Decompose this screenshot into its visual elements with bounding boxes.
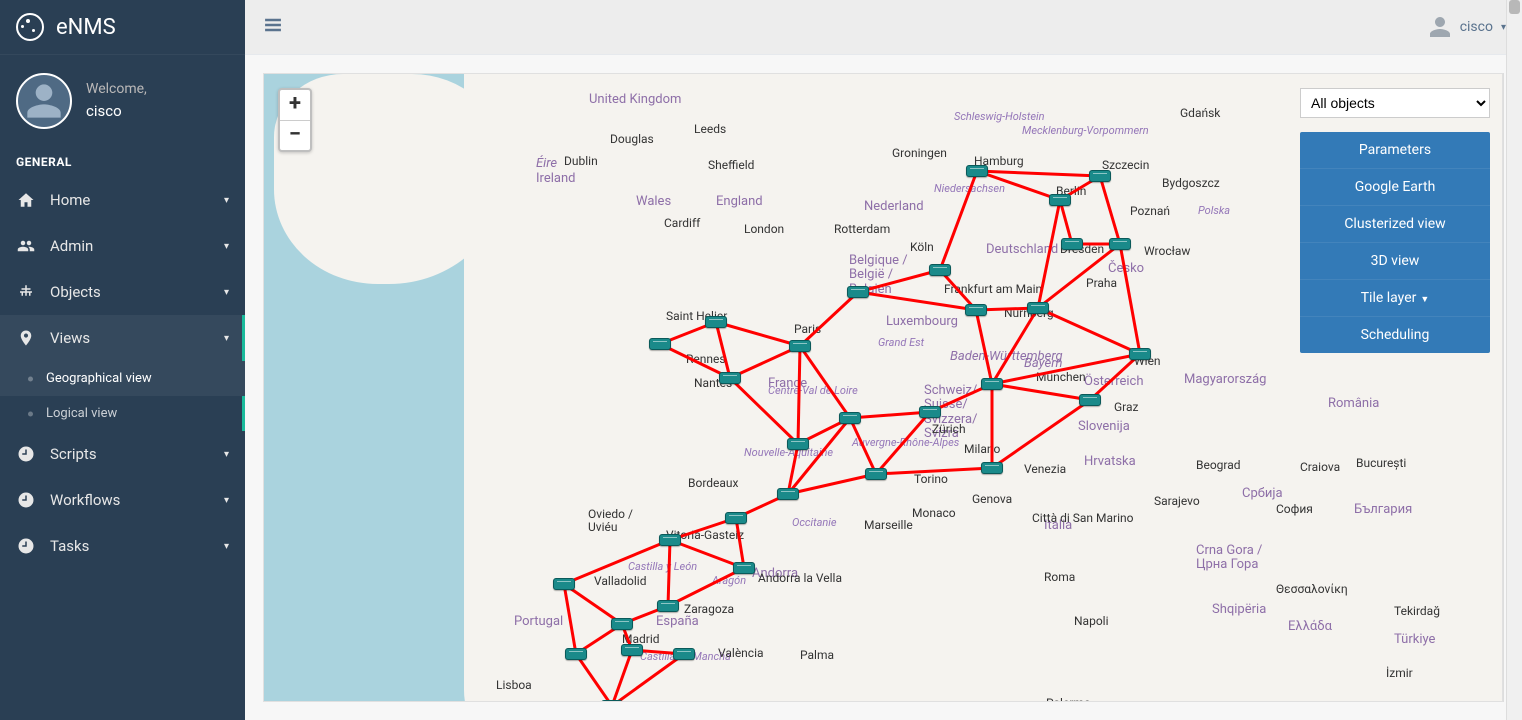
clock-icon <box>16 491 36 509</box>
sidebar-item-label: Objects <box>50 283 101 301</box>
sidebar-subnav: Geographical view Logical view <box>0 361 245 431</box>
network-node[interactable] <box>659 534 681 546</box>
network-node[interactable] <box>981 462 1003 474</box>
menu-scheduling[interactable]: Scheduling <box>1300 317 1490 353</box>
menu-tile-layer[interactable]: Tile layer▼ <box>1300 280 1490 317</box>
network-node[interactable] <box>673 648 695 660</box>
welcome-username: cisco <box>86 100 147 123</box>
chevron-down-icon: ▾ <box>224 195 229 206</box>
network-node[interactable] <box>553 578 575 590</box>
sidebar-item-views[interactable]: Views ▾ Geographical view Logical view <box>0 315 245 431</box>
network-node[interactable] <box>847 286 869 298</box>
network-node[interactable] <box>839 412 861 424</box>
network-node[interactable] <box>725 512 747 524</box>
topbar-username: cisco <box>1460 19 1493 35</box>
chevron-down-icon: ▾ <box>224 287 229 298</box>
sidebar-item-tasks[interactable]: Tasks ▾ <box>0 523 245 569</box>
map[interactable]: + − All objects Parameters Google Earth … <box>263 73 1503 702</box>
network-node[interactable] <box>1109 238 1131 250</box>
sidebar-item-label: Workflows <box>50 491 120 509</box>
chevron-down-icon: ▾ <box>224 541 229 552</box>
network-node[interactable] <box>965 304 987 316</box>
sidebar-item-workflows[interactable]: Workflows ▾ <box>0 477 245 523</box>
sidebar-item-label: Tasks <box>50 537 89 555</box>
content: + − All objects Parameters Google Earth … <box>245 55 1522 720</box>
network-node[interactable] <box>981 378 1003 390</box>
sidebar-item-label: Scripts <box>50 445 97 463</box>
sidebar-nav: Home ▾ Admin ▾ Objects ▾ Views ▾ Geograp… <box>0 177 245 569</box>
hamburger-icon[interactable] <box>261 15 285 39</box>
network-node[interactable] <box>789 340 811 352</box>
network-node[interactable] <box>1129 348 1151 360</box>
welcome-greeting: Welcome, <box>86 79 147 100</box>
brand: eNMS <box>0 0 245 55</box>
network-node[interactable] <box>1049 194 1071 206</box>
network-node[interactable] <box>1027 302 1049 314</box>
sidebar-item-objects[interactable]: Objects ▾ <box>0 269 245 315</box>
network-node[interactable] <box>929 264 951 276</box>
users-icon <box>16 237 36 255</box>
sidebar-item-scripts[interactable]: Scripts ▾ <box>0 431 245 477</box>
network-node[interactable] <box>787 438 809 450</box>
sidebar-item-admin[interactable]: Admin ▾ <box>0 223 245 269</box>
sitemap-icon <box>16 283 36 301</box>
topbar: cisco ▾ <box>245 0 1522 55</box>
network-node[interactable] <box>719 372 741 384</box>
map-marker-icon <box>16 329 36 347</box>
network-node[interactable] <box>705 316 727 328</box>
welcome-block: Welcome, cisco <box>0 55 245 149</box>
caret-down-icon: ▼ <box>1420 295 1429 305</box>
network-node[interactable] <box>1079 394 1101 406</box>
map-land <box>464 494 784 702</box>
network-node[interactable] <box>657 600 679 612</box>
user-avatar-icon <box>1428 15 1452 39</box>
map-side-panel: All objects Parameters Google Earth Clus… <box>1300 88 1490 353</box>
network-node[interactable] <box>649 338 671 350</box>
network-node[interactable] <box>621 644 643 656</box>
chevron-down-icon: ▾ <box>224 333 229 344</box>
network-node[interactable] <box>966 165 988 177</box>
menu-parameters[interactable]: Parameters <box>1300 132 1490 169</box>
brand-name: eNMS <box>56 15 116 40</box>
subnav-logical-view[interactable]: Logical view <box>0 396 245 431</box>
sidebar-item-label: Home <box>50 191 90 209</box>
chevron-down-icon: ▾ <box>224 495 229 506</box>
zoom-control: + − <box>278 88 312 152</box>
clock-icon <box>16 445 36 463</box>
network-node[interactable] <box>1089 170 1111 182</box>
zoom-in-button[interactable]: + <box>280 90 310 120</box>
home-icon <box>16 191 36 209</box>
zoom-out-button[interactable]: − <box>280 120 310 150</box>
network-node[interactable] <box>1061 238 1083 250</box>
topbar-user-menu[interactable]: cisco ▾ <box>1428 15 1506 39</box>
network-node[interactable] <box>601 700 623 702</box>
sidebar: eNMS Welcome, cisco GENERAL Home ▾ Admin… <box>0 0 245 720</box>
sidebar-section-header: GENERAL <box>0 155 245 177</box>
sidebar-item-label: Views <box>50 329 90 347</box>
network-node[interactable] <box>865 468 887 480</box>
user-avatar-icon <box>16 73 72 129</box>
chevron-down-icon: ▾ <box>224 449 229 460</box>
menu-clusterized-view[interactable]: Clusterized view <box>1300 206 1490 243</box>
network-node[interactable] <box>919 406 941 418</box>
subnav-geographical-view[interactable]: Geographical view <box>0 361 245 396</box>
menu-3d-view[interactable]: 3D view <box>1300 243 1490 280</box>
network-node[interactable] <box>565 648 587 660</box>
sidebar-item-home[interactable]: Home ▾ <box>0 177 245 223</box>
network-node[interactable] <box>777 488 799 500</box>
object-filter-select[interactable]: All objects <box>1300 88 1490 118</box>
sidebar-item-label: Admin <box>50 237 93 255</box>
network-node[interactable] <box>733 562 755 574</box>
menu-google-earth[interactable]: Google Earth <box>1300 169 1490 206</box>
map-action-menu: Parameters Google Earth Clusterized view… <box>1300 132 1490 353</box>
clock-icon <box>16 537 36 555</box>
network-node[interactable] <box>611 618 633 630</box>
brand-logo-icon <box>16 13 44 41</box>
main: cisco ▾ + − <box>245 0 1522 720</box>
page-scrollbar[interactable] <box>1506 0 1522 720</box>
map-container: + − All objects Parameters Google Earth … <box>263 73 1504 702</box>
chevron-down-icon: ▾ <box>224 241 229 252</box>
